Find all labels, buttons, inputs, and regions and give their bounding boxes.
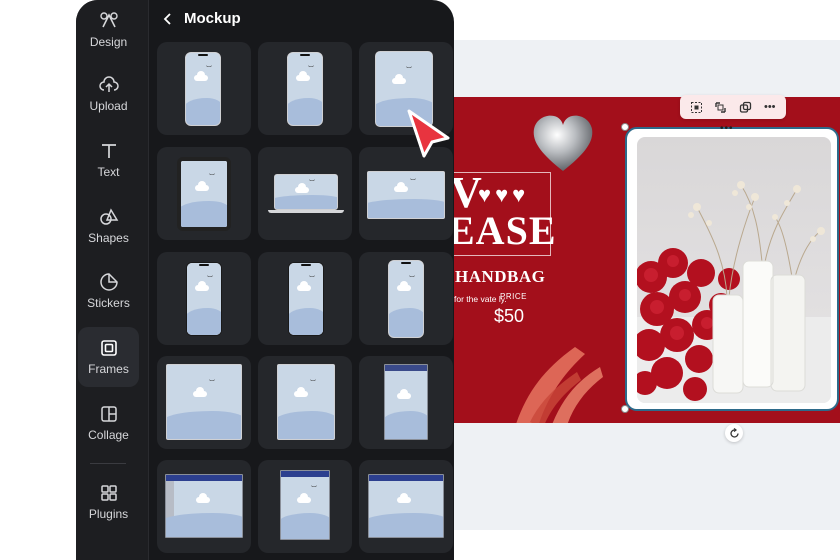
sidebar-item-label: Plugins [88, 507, 129, 521]
sidebar-item-label: Design [89, 35, 128, 49]
subtitle-text[interactable]: HANDBAG [455, 267, 545, 287]
selected-photo-frame[interactable] [625, 127, 839, 411]
crop-icon[interactable] [688, 99, 704, 115]
phone-mockup: ︶ [185, 52, 221, 126]
mockup-tile-desktop-1[interactable] [359, 356, 453, 449]
mockup-tile-screen-2[interactable]: ︶ [258, 356, 352, 449]
sidebar-item-plugins[interactable]: Plugins [78, 472, 139, 532]
desktop-app-mockup: ︶ [280, 470, 330, 540]
app-titlebar [369, 475, 443, 481]
panel-header: Mockup [162, 10, 241, 27]
sidebar-item-label: Text [97, 165, 120, 179]
rail-divider [90, 463, 126, 464]
phone-mockup: ︶ [388, 260, 424, 338]
desktop-app-mockup [368, 474, 444, 538]
mockup-tile-monitor[interactable]: ︶ [359, 147, 453, 240]
vase-photo-image [637, 181, 831, 403]
mockup-tile-desktop-3[interactable]: ︶ [258, 460, 352, 553]
mockup-tile-tablet-2[interactable]: ︶ [157, 147, 251, 240]
phone-mockup: ︶ [288, 262, 324, 336]
phone-mockup: ︶ [186, 262, 222, 336]
mockup-tile-laptop[interactable]: ︶ [258, 147, 352, 240]
side-panel: Design Upload Text Shapes Stickers Frame… [76, 0, 454, 560]
phone-mockup: ︶ [287, 52, 323, 126]
frames-icon [100, 340, 117, 356]
silver-heart-sticker[interactable] [530, 113, 596, 173]
sidebar-item-stickers[interactable]: Stickers [78, 261, 139, 321]
sidebar-item-label: Frames [88, 362, 129, 376]
resize-handle-top-left[interactable] [621, 123, 629, 131]
desktop-app-mockup [165, 474, 243, 538]
design-icon [99, 12, 118, 28]
hearts-text[interactable]: ♥♥♥ [478, 182, 529, 208]
app-titlebar [385, 365, 427, 371]
duplicate-icon[interactable] [737, 99, 753, 115]
mockup-tile-phone-5[interactable]: ︶ [359, 252, 453, 345]
tool-rail: Design Upload Text Shapes Stickers Frame… [76, 0, 149, 560]
resize-handle-bottom-left[interactable] [621, 405, 629, 413]
title-line-2[interactable]: EASE [448, 207, 557, 254]
sidebar-item-upload[interactable]: Upload [78, 64, 139, 124]
upload-icon [98, 76, 119, 92]
sidebar-item-shapes[interactable]: Shapes [78, 196, 139, 256]
shapes-icon [99, 208, 118, 225]
vase-photo[interactable] [637, 137, 831, 403]
tablet-mockup: ︶ [177, 157, 231, 231]
laptop-base [268, 210, 344, 213]
mockup-tile-phone-4[interactable]: ︶ [258, 252, 352, 345]
brush-stroke-decoration[interactable] [505, 342, 605, 423]
laptop-mockup: ︶ [274, 174, 338, 210]
app-titlebar [166, 475, 242, 481]
mockup-tile-phone-1[interactable]: ︶ [157, 42, 251, 135]
replace-icon[interactable] [713, 99, 729, 115]
price-label[interactable]: PRICE [500, 292, 527, 301]
text-icon [101, 144, 116, 158]
desktop-app-mockup [384, 364, 428, 440]
sidebar-item-frames[interactable]: Frames [78, 327, 139, 387]
rotate-icon[interactable] [725, 424, 743, 442]
chevron-left-icon[interactable] [162, 12, 174, 26]
mockup-tile-desktop-4[interactable] [359, 460, 453, 553]
mockup-tile-phone-2[interactable]: ︶ [258, 42, 352, 135]
sidebar-item-label: Shapes [88, 231, 129, 245]
sidebar-item-text[interactable]: Text [78, 130, 139, 190]
mockup-tile-screen-1[interactable]: ︶ [157, 356, 251, 449]
floating-toolbar: ••• [680, 95, 786, 119]
frame-drag-dots-icon[interactable]: ••• [720, 124, 734, 134]
sidebar-item-label: Stickers [87, 296, 130, 310]
sidebar-item-design[interactable]: Design [78, 0, 139, 60]
screen-mockup: ︶ [166, 364, 242, 440]
plugins-icon [100, 485, 117, 501]
stickers-icon [99, 273, 118, 291]
monitor-mockup: ︶ [367, 171, 445, 219]
mockup-tile-desktop-2[interactable] [157, 460, 251, 553]
sidebar-item-label: Collage [88, 428, 129, 442]
cursor-pointer-icon [407, 109, 450, 158]
sidebar-item-collage[interactable]: Collage [78, 393, 139, 453]
collage-icon [100, 406, 117, 422]
screen-mockup: ︶ [277, 364, 335, 440]
price-value[interactable]: $50 [494, 306, 524, 327]
panel-title: Mockup [184, 10, 241, 27]
sidebar-item-label: Upload [89, 99, 128, 113]
more-icon[interactable]: ••• [762, 99, 778, 115]
mockup-tile-phone-3[interactable]: ︶ [157, 252, 251, 345]
app-titlebar [281, 471, 329, 477]
